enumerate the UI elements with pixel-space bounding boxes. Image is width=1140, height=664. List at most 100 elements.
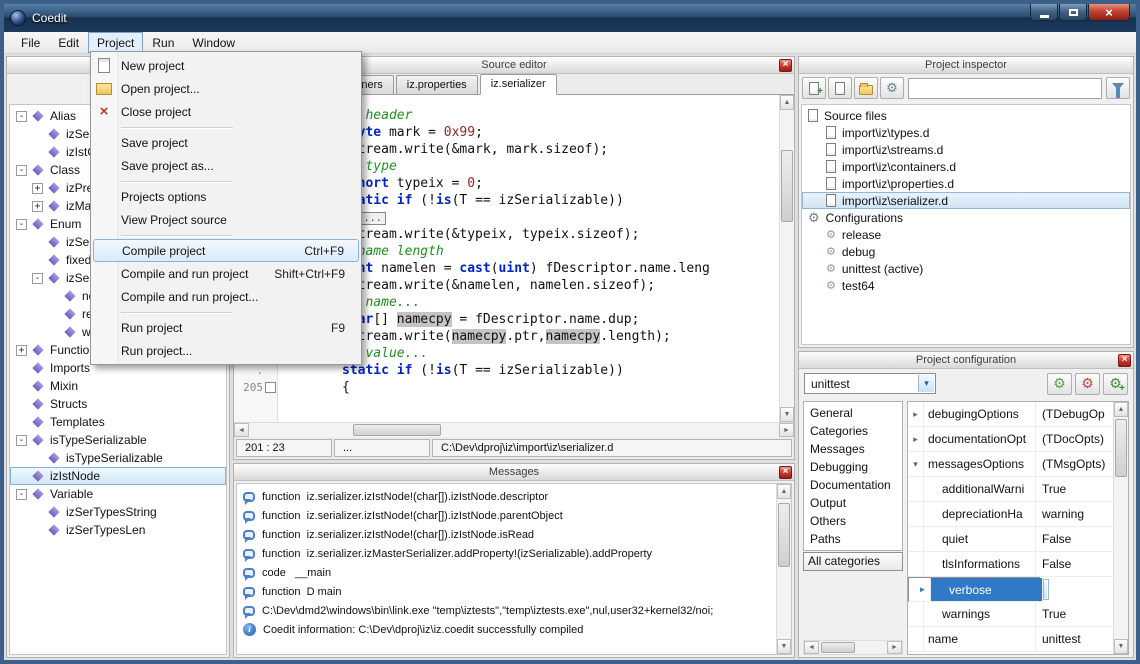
expander-icon[interactable]	[16, 381, 27, 392]
scroll-up-icon[interactable]: ▲	[777, 484, 791, 499]
expander-icon[interactable]: +	[16, 345, 27, 356]
scroll-thumb[interactable]	[821, 642, 855, 653]
property-row[interactable]: additionalWarni True	[908, 477, 1113, 502]
inspector-toolbar-button[interactable]	[828, 77, 852, 99]
category-item[interactable]: Output	[806, 494, 900, 512]
row-marker-icon[interactable]	[908, 477, 924, 501]
expander-icon[interactable]: -	[32, 273, 43, 284]
message-row[interactable]: function D main	[237, 582, 776, 601]
property-row[interactable]: depreciationHa warning	[908, 502, 1113, 527]
property-value[interactable]: (TMsgOpts)	[1036, 452, 1113, 476]
expander-icon[interactable]	[32, 129, 43, 140]
close-configuration-panel-icon[interactable]: ×	[1118, 354, 1131, 367]
row-marker-icon[interactable]	[908, 527, 924, 551]
row-marker-icon[interactable]	[908, 602, 924, 626]
row-marker-icon[interactable]	[915, 578, 931, 601]
category-item[interactable]: Debugging	[806, 458, 900, 476]
property-row[interactable]: name unittest	[908, 627, 1113, 652]
menu-item[interactable]	[91, 177, 361, 185]
scroll-thumb[interactable]	[1115, 419, 1127, 477]
expander-icon[interactable]: -	[16, 489, 27, 500]
inspector-tree-item[interactable]: import\iz\containers.d	[802, 158, 1130, 175]
filter-button[interactable]	[1106, 77, 1130, 99]
symbol-tree-item[interactable]: isTypeSerializable	[10, 449, 226, 467]
inspector-tree-item[interactable]: debug	[802, 243, 1130, 260]
inspector-toolbar-button[interactable]	[880, 77, 904, 99]
inspector-filter-input[interactable]	[908, 78, 1102, 99]
property-row[interactable]: verbose True	[908, 577, 1040, 602]
property-value[interactable]: (TDocOpts)	[1036, 427, 1113, 451]
maximize-button[interactable]	[1059, 4, 1087, 21]
expander-icon[interactable]	[16, 417, 27, 428]
row-marker-icon[interactable]	[908, 402, 924, 426]
close-window-button[interactable]: ×	[1088, 4, 1130, 21]
editor-tab[interactable]: iz.serializer	[480, 74, 557, 95]
menubar-item[interactable]: Run	[143, 32, 183, 53]
property-value[interactable]: unittest	[1036, 627, 1113, 651]
row-marker-icon[interactable]	[908, 452, 924, 476]
scroll-up-icon[interactable]: ▲	[780, 95, 794, 110]
message-row[interactable]: Coedit information: C:\Dev\dproj\iz\iz.c…	[237, 620, 776, 639]
expander-icon[interactable]: -	[16, 111, 27, 122]
expander-icon[interactable]	[48, 291, 59, 302]
menu-item[interactable]: Close project	[91, 100, 361, 123]
symbol-tree-item[interactable]: - Variable	[10, 485, 226, 503]
editor-tab[interactable]: iz.properties	[396, 75, 478, 94]
row-marker-icon[interactable]	[908, 427, 924, 451]
expander-icon[interactable]	[16, 363, 27, 374]
symbol-tree-item[interactable]: izSerTypesString	[10, 503, 226, 521]
symbol-tree-item[interactable]: izSerTypesLen	[10, 521, 226, 539]
message-row[interactable]: C:\Dev\dmd2\windows\bin\link.exe "temp\i…	[237, 601, 776, 620]
expander-icon[interactable]	[32, 237, 43, 248]
expander-icon[interactable]: -	[16, 165, 27, 176]
category-item[interactable]: Paths	[806, 530, 900, 548]
property-value[interactable]: False	[1036, 552, 1113, 576]
expander-icon[interactable]	[16, 471, 27, 482]
property-row[interactable]: quiet False	[908, 527, 1113, 552]
expander-icon[interactable]: +	[32, 201, 43, 212]
menu-item[interactable]: Run project...	[91, 339, 361, 362]
expander-icon[interactable]	[32, 453, 43, 464]
symbol-tree-item[interactable]: Templates	[10, 413, 226, 431]
configuration-action-button[interactable]	[1075, 373, 1100, 395]
scroll-right-icon[interactable]: ►	[779, 423, 794, 437]
menu-item[interactable]: View Project source	[91, 208, 361, 231]
scroll-thumb[interactable]	[778, 503, 790, 567]
menu-item[interactable]: Open project...	[91, 77, 361, 100]
message-row[interactable]: function iz.serializer.izIstNode!(char[]…	[237, 525, 776, 544]
symbol-tree-item[interactable]: Mixin	[10, 377, 226, 395]
configuration-action-button[interactable]	[1047, 373, 1072, 395]
inspector-toolbar-button[interactable]	[854, 77, 878, 99]
property-row[interactable]: debugingOptions (TDebugOp	[908, 402, 1113, 427]
expander-icon[interactable]: +	[32, 183, 43, 194]
symbol-tree-item[interactable]: - isTypeSerializable	[10, 431, 226, 449]
menu-item[interactable]: Save project as...	[91, 154, 361, 177]
message-row[interactable]: function iz.serializer.izIstNode!(char[]…	[237, 487, 776, 506]
symbol-tree-item[interactable]: izIstNode	[10, 467, 226, 485]
row-marker-icon[interactable]	[908, 552, 924, 576]
inspector-tree-item[interactable]: unittest (active)	[802, 260, 1130, 277]
menu-item[interactable]: Projects options	[91, 185, 361, 208]
inspector-tree-item[interactable]: release	[802, 226, 1130, 243]
scroll-down-icon[interactable]: ▼	[780, 407, 794, 422]
message-row[interactable]: code __main	[237, 563, 776, 582]
property-value[interactable]: False	[1036, 527, 1113, 551]
chevron-down-icon[interactable]: ▾	[918, 375, 934, 392]
symbol-tree-item[interactable]: Structs	[10, 395, 226, 413]
inspector-tree-item[interactable]: import\iz\serializer.d	[802, 192, 1130, 209]
menu-item[interactable]: Run project F9	[91, 316, 361, 339]
close-messages-panel-icon[interactable]: ×	[779, 466, 792, 479]
property-value[interactable]: True	[1036, 477, 1113, 501]
menu-item[interactable]: Compile and run project...	[91, 285, 361, 308]
inspector-tree-item[interactable]: import\iz\properties.d	[802, 175, 1130, 192]
minimize-button[interactable]	[1030, 4, 1058, 21]
menubar-item[interactable]: File	[12, 32, 49, 53]
inspector-tree-item[interactable]: import\iz\streams.d	[802, 141, 1130, 158]
scroll-left-icon[interactable]: ◄	[234, 423, 249, 437]
property-value[interactable]: True	[1036, 602, 1113, 626]
category-item[interactable]: Others	[806, 512, 900, 530]
close-editor-panel-icon[interactable]: ×	[779, 59, 792, 72]
property-row[interactable]: warnings True	[908, 602, 1113, 627]
menubar-item[interactable]: Project	[88, 32, 143, 53]
property-row[interactable]: tlsInformations False	[908, 552, 1113, 577]
